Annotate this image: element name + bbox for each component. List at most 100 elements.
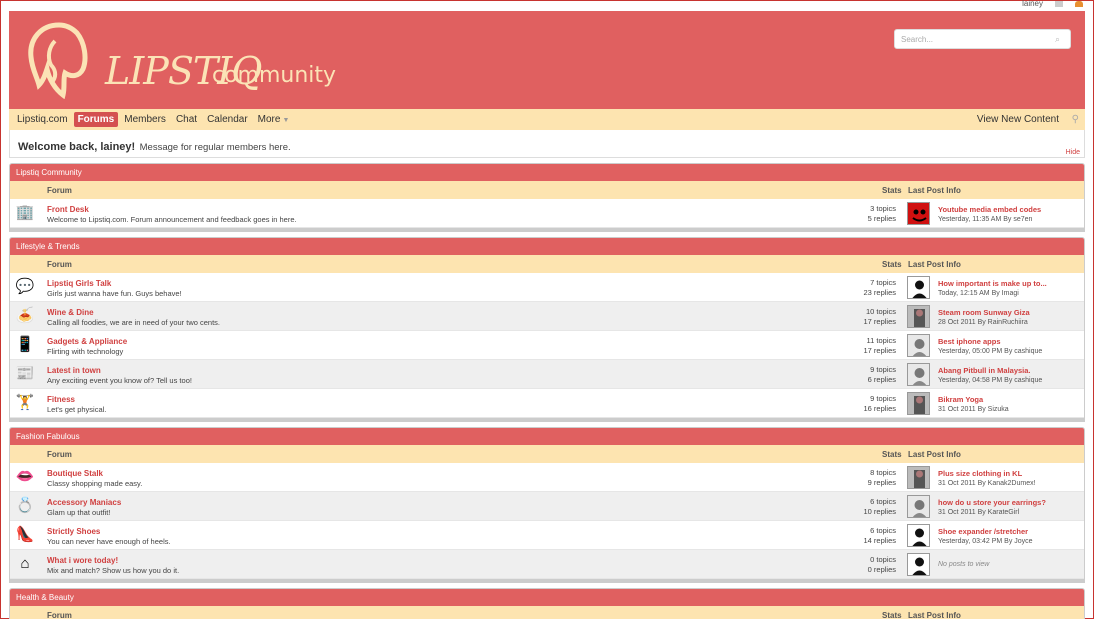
last-post-title[interactable]: how do u store your earrings? [938, 498, 1046, 507]
shoe-icon: 👠 [15, 526, 35, 543]
nav-lipstiq[interactable]: Lipstiq.com [13, 112, 72, 127]
reply-count: 5 replies [867, 214, 896, 223]
category-footer [10, 579, 1084, 582]
nav-calendar[interactable]: Calendar [203, 112, 252, 127]
forum-row: 💬 Lipstiq Girls Talk Girls just wanna ha… [10, 273, 1084, 302]
welcome-banner: Welcome back, lainey! Message for regula… [9, 130, 1085, 158]
main-nav: Lipstiq.com Forums Members Chat Calendar… [9, 109, 1085, 130]
avatar[interactable] [907, 524, 930, 547]
location-pin-icon[interactable]: ⚲ [1072, 114, 1079, 125]
forum-description: You can never have enough of heels. [47, 537, 171, 546]
user-menu[interactable]: lainey [1022, 0, 1043, 8]
nav-members[interactable]: Members [120, 112, 170, 127]
avatar[interactable] [907, 495, 930, 518]
forum-title[interactable]: What i wore today! [47, 556, 118, 565]
avatar[interactable] [907, 363, 930, 386]
column-headers: Forum Stats Last Post Info [10, 606, 1084, 619]
last-post-title[interactable]: How important is make up to... [938, 279, 1047, 288]
messages-icon[interactable] [1055, 1, 1063, 7]
forum-row: 🏢 Front Desk Welcome to Lipstiq.com. For… [10, 199, 1084, 228]
forum-description: Any exciting event you know of? Tell us … [47, 376, 192, 385]
logo-subtitle: community [212, 63, 337, 88]
forum-title[interactable]: Strictly Shoes [47, 527, 100, 536]
forum-row: 💍 Accessory Maniacs Glam up that outfit!… [10, 492, 1084, 521]
nav-chat[interactable]: Chat [172, 112, 201, 127]
last-post-title[interactable]: Steam room Sunway Giza [938, 308, 1030, 317]
last-post-title[interactable]: Shoe expander /stretcher [938, 527, 1028, 536]
lips-icon: 👄 [15, 468, 35, 485]
forum-stats: 7 topics 23 replies [863, 278, 896, 298]
last-post-title[interactable]: Youtube media embed codes [938, 205, 1041, 214]
topic-count: 6 topics [870, 497, 896, 506]
forum-description: Calling all foodies, we are in need of y… [47, 318, 221, 327]
avatar[interactable] [907, 276, 930, 299]
col-last-post: Last Post Info [908, 186, 961, 195]
avatar[interactable] [907, 202, 930, 225]
last-post-title[interactable]: Abang Pitbull in Malaysia. [938, 366, 1031, 375]
forum-title[interactable]: Fitness [47, 395, 75, 404]
chat-bubbles-icon: 💬 [15, 278, 35, 295]
no-posts-text: No posts to view [938, 561, 990, 568]
forum-category: Health & Beauty Forum Stats Last Post In… [9, 588, 1085, 619]
col-stats: Stats [882, 260, 902, 269]
forum-title[interactable]: Lipstiq Girls Talk [47, 279, 111, 288]
dumbbell-icon: 🏋 [15, 394, 35, 411]
last-post-meta: Yesterday, 11:35 AM By se7en [938, 216, 1033, 223]
notifications-icon[interactable] [1075, 1, 1083, 7]
reply-count: 14 replies [863, 536, 896, 545]
col-stats: Stats [882, 450, 902, 459]
avatar[interactable] [907, 305, 930, 328]
avatar[interactable] [907, 392, 930, 415]
topic-count: 0 topics [870, 555, 896, 564]
col-last-post: Last Post Info [908, 611, 961, 619]
forum-row: ⌂ What i wore today! Mix and match? Show… [10, 550, 1084, 579]
topic-count: 9 topics [870, 394, 896, 403]
view-new-content-link[interactable]: View New Content [977, 114, 1059, 125]
forum-title[interactable]: Latest in town [47, 366, 101, 375]
category-title[interactable]: Fashion Fabulous [10, 428, 1084, 445]
search-icon[interactable]: ⌕ [1055, 34, 1065, 44]
reply-count: 16 replies [863, 404, 896, 413]
forum-description: Flirting with technology [47, 347, 124, 356]
search-input[interactable]: Search... ⌕ [894, 29, 1071, 49]
forum-title[interactable]: Accessory Maniacs [47, 498, 121, 507]
category-title[interactable]: Lifestyle & Trends [10, 238, 1084, 255]
last-post-title[interactable]: Best iphone apps [938, 337, 1001, 346]
last-post-meta: Today, 12:15 AM By Imagi [938, 290, 1019, 297]
forum-title[interactable]: Boutique Stalk [47, 469, 103, 478]
forum-stats: 0 topics 0 replies [868, 555, 896, 575]
site-header: LIPSTIQ community Search... ⌕ [9, 11, 1085, 109]
hide-button[interactable]: Hide [1066, 149, 1080, 156]
forum-stats: 8 topics 9 replies [868, 468, 896, 488]
forum-stats: 9 topics 16 replies [863, 394, 896, 414]
reply-count: 0 replies [867, 565, 896, 574]
category-title[interactable]: Lipstiq Community [10, 164, 1084, 181]
last-post-meta: Yesterday, 03:42 PM By Joyce [938, 538, 1033, 545]
forum-row: 📱 Gadgets & Appliance Flirting with tech… [10, 331, 1084, 360]
forum-description: Classy shopping made easy. [47, 479, 143, 488]
forum-title[interactable]: Front Desk [47, 205, 89, 214]
nav-more[interactable]: More ▼ [254, 112, 294, 127]
avatar[interactable] [907, 466, 930, 489]
col-forum: Forum [47, 611, 72, 619]
avatar[interactable] [907, 553, 930, 576]
forum-title[interactable]: Wine & Dine [47, 308, 94, 317]
forum-row: 📰 Latest in town Any exciting event you … [10, 360, 1084, 389]
newspaper-icon: 📰 [15, 365, 35, 382]
forum-row: 🍝 Wine & Dine Calling all foodies, we ar… [10, 302, 1084, 331]
site-logo[interactable]: LIPSTIQ community [19, 19, 359, 100]
forum-description: Mix and match? Show us how you do it. [47, 566, 180, 575]
reply-count: 17 replies [863, 346, 896, 355]
forum-description: Girls just wanna have fun. Guys behave! [47, 289, 182, 298]
category-title[interactable]: Health & Beauty [10, 589, 1084, 606]
forum-categories: Lipstiq Community Forum Stats Last Post … [9, 163, 1085, 619]
page-wrapper: LIPSTIQ community Search... ⌕ Lipstiq.co… [9, 11, 1085, 619]
avatar[interactable] [907, 334, 930, 357]
last-post-title[interactable]: Bikram Yoga [938, 395, 983, 404]
col-forum: Forum [47, 450, 72, 459]
nav-forums[interactable]: Forums [73, 112, 119, 127]
forum-stats: 6 topics 14 replies [863, 526, 896, 546]
forum-title[interactable]: Gadgets & Appliance [47, 337, 127, 346]
last-post-title[interactable]: Plus size clothing in KL [938, 469, 1022, 478]
phone-icon: 📱 [15, 336, 35, 353]
